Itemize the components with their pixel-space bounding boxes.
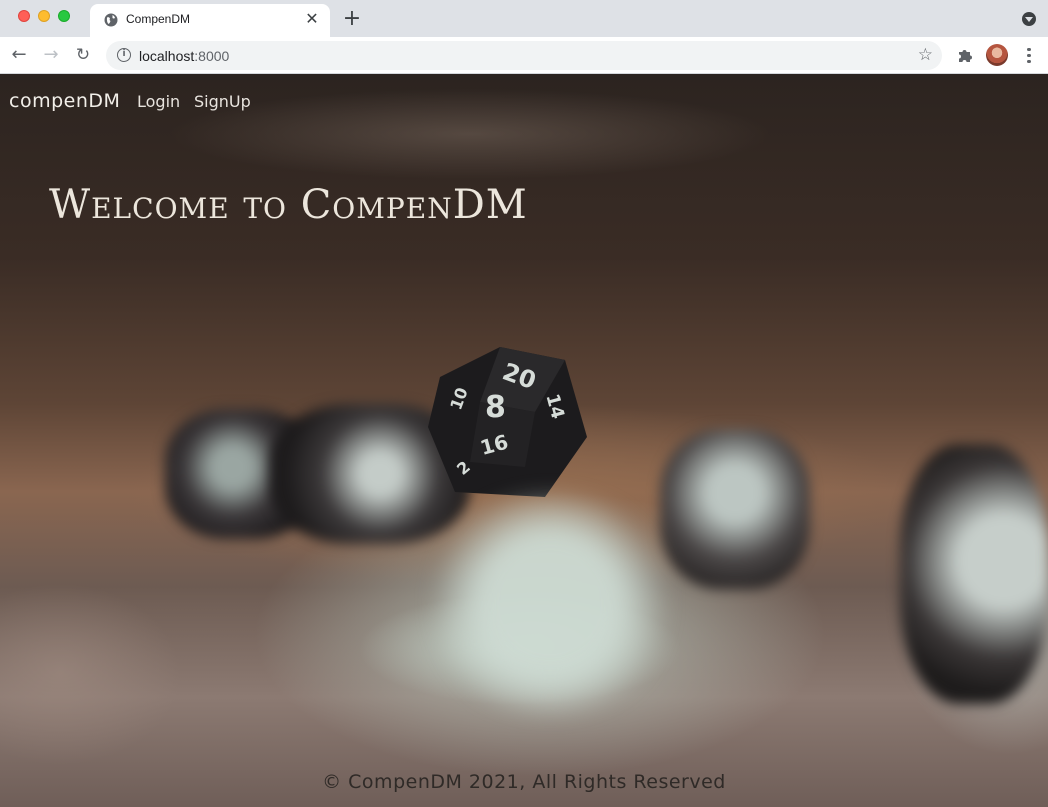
- hero-title: Welcome to CompenDM: [49, 182, 528, 228]
- browser-tab[interactable]: CompenDM ✕: [90, 4, 330, 37]
- address-bar[interactable]: i localhost:8000 ☆: [106, 41, 942, 70]
- star-icon[interactable]: ☆: [918, 45, 933, 65]
- back-arrow-icon[interactable]: ←: [8, 44, 30, 66]
- background-photo-dice: [900, 444, 1048, 704]
- puzzle-icon[interactable]: [956, 46, 974, 64]
- nav-login-link[interactable]: Login: [137, 92, 180, 111]
- tab-title: CompenDM: [126, 12, 191, 26]
- url-host: localhost: [139, 48, 195, 64]
- d20-dice-image: 20 8 10 14 16 2: [428, 347, 587, 497]
- forward-arrow-icon[interactable]: →: [40, 44, 62, 66]
- background-photo-dice: [660, 429, 810, 589]
- site-navbar: compenDM Login SignUp: [0, 74, 1048, 128]
- close-window-button[interactable]: [18, 10, 30, 22]
- globe-icon: [104, 13, 118, 27]
- svg-text:8: 8: [485, 390, 506, 425]
- profile-avatar[interactable]: [986, 44, 1008, 66]
- background-photo-dice: [420, 494, 680, 714]
- url-port: :8000: [194, 48, 230, 64]
- nav-signup-link[interactable]: SignUp: [194, 92, 251, 111]
- new-tab-button[interactable]: +: [342, 8, 362, 30]
- kebab-menu-icon[interactable]: [1024, 46, 1034, 64]
- url-text[interactable]: localhost:8000: [139, 48, 229, 64]
- page-viewport: 20 8 10 14 16 2 compenDM Login SignUp We…: [0, 74, 1048, 807]
- maximize-window-button[interactable]: [58, 10, 70, 22]
- close-tab-icon[interactable]: ✕: [304, 12, 320, 28]
- minimize-window-button[interactable]: [38, 10, 50, 22]
- brand-logo-link[interactable]: compenDM: [9, 90, 120, 112]
- footer-copyright: © CompenDM 2021, All Rights Reserved: [322, 771, 726, 793]
- reload-icon[interactable]: ↻: [72, 44, 94, 66]
- browser-tab-strip: CompenDM ✕ +: [0, 0, 1048, 37]
- info-icon[interactable]: i: [117, 48, 131, 62]
- tab-search-icon[interactable]: [1022, 12, 1036, 26]
- browser-toolbar: ← → ↻ i localhost:8000 ☆: [0, 37, 1048, 74]
